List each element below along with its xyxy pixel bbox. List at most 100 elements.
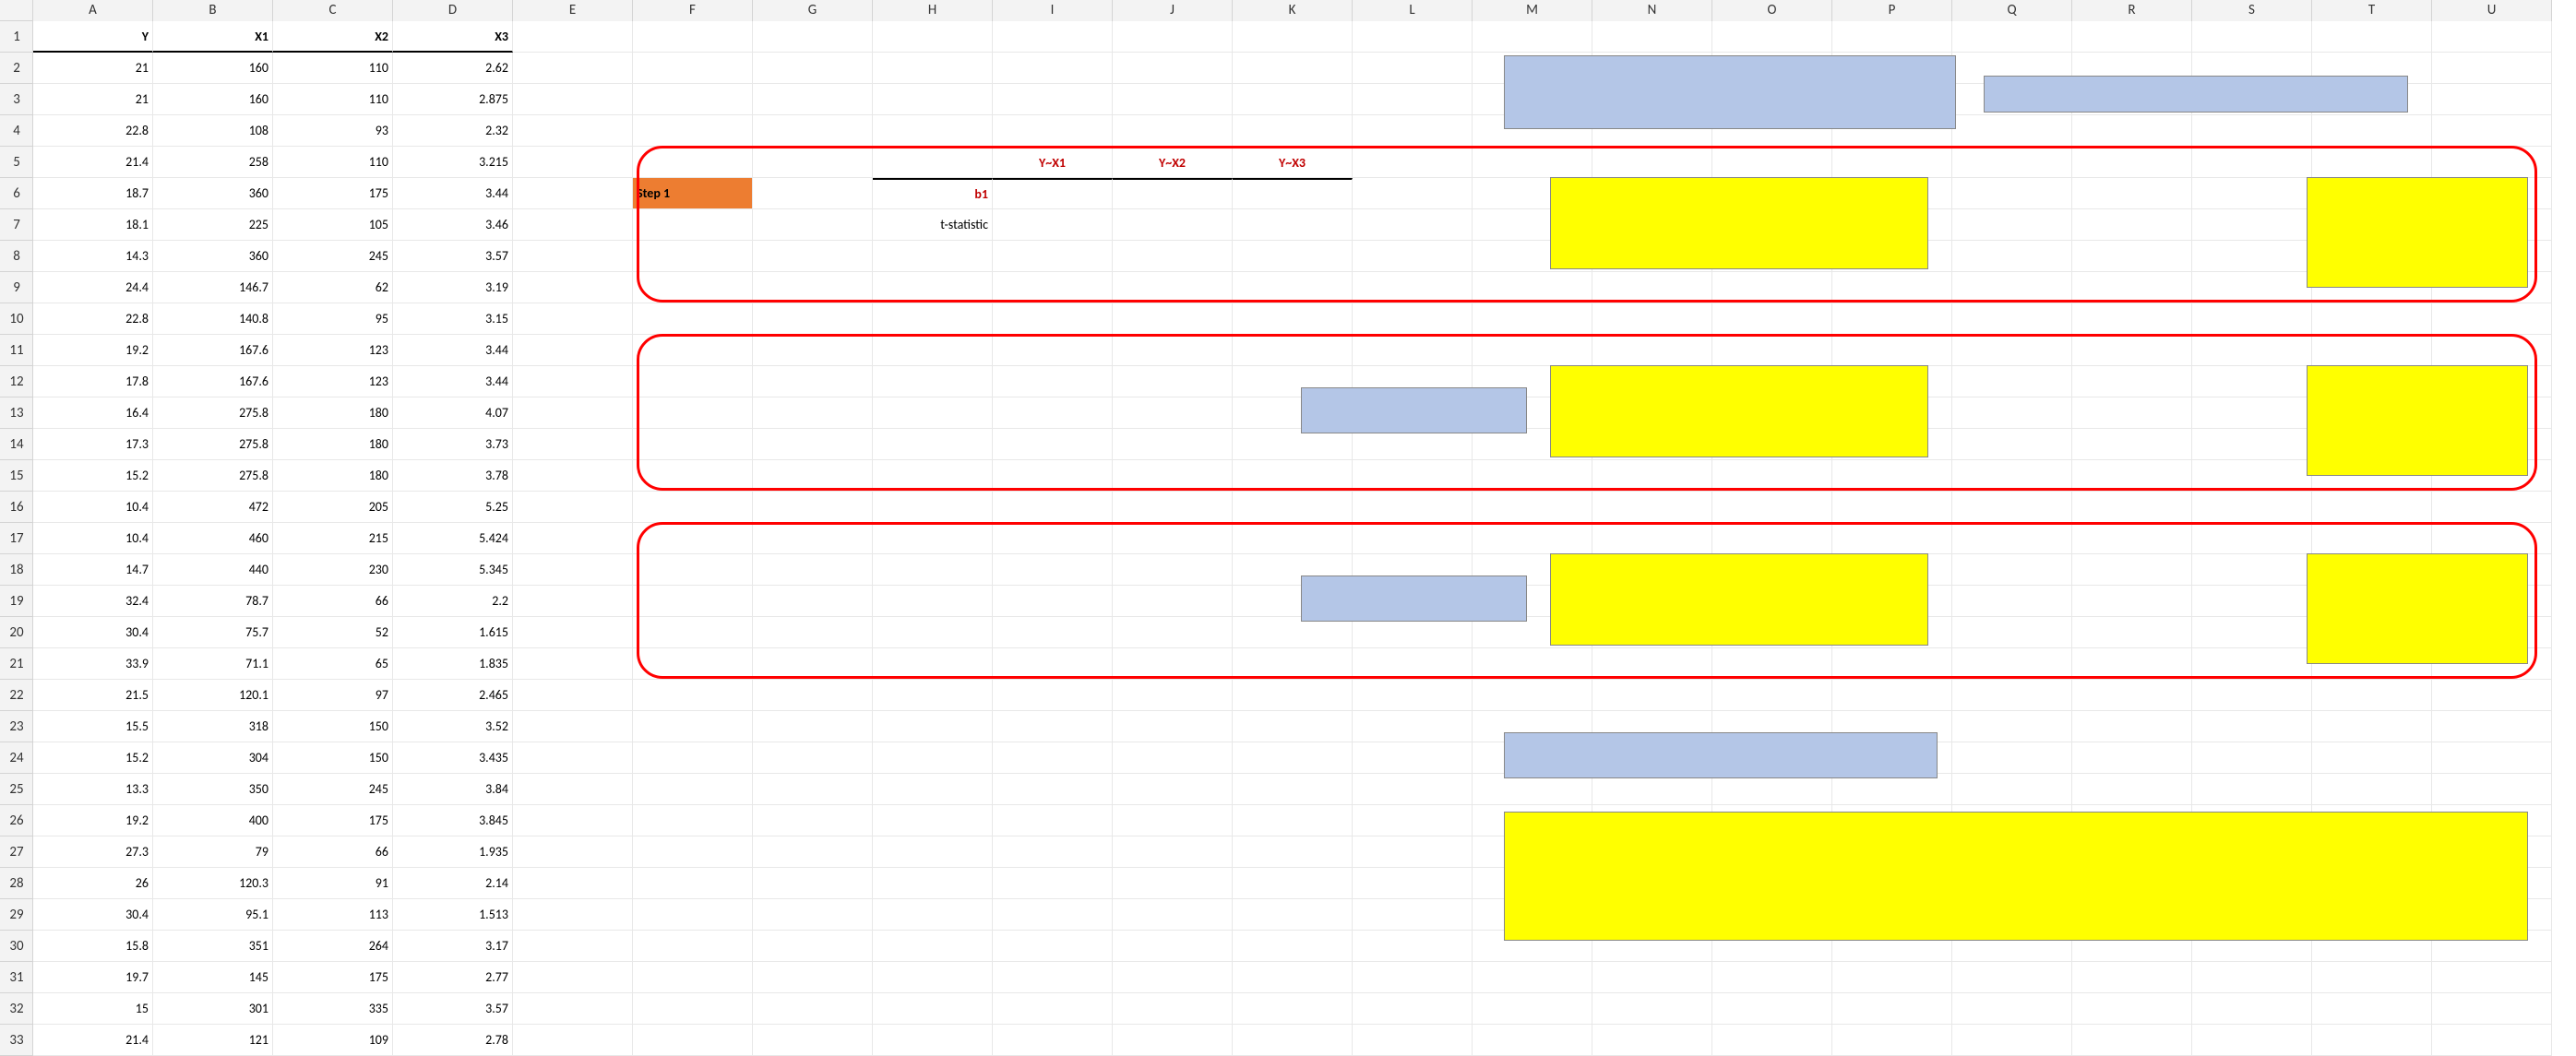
cell-A4[interactable]: 22.8 xyxy=(33,115,153,147)
row-header-32[interactable]: 32 xyxy=(0,993,33,1025)
col-header-H[interactable]: H xyxy=(873,0,993,21)
cell-P32[interactable] xyxy=(1832,993,1952,1025)
cell-R18[interactable] xyxy=(2072,554,2192,586)
cell-D14[interactable]: 3.73 xyxy=(393,429,513,460)
cell-Q8[interactable] xyxy=(1952,241,2072,272)
cell-J30[interactable] xyxy=(1113,931,1233,962)
cell-S18[interactable] xyxy=(2192,554,2312,586)
cell-E2[interactable] xyxy=(513,53,633,84)
cell-Q16[interactable] xyxy=(1952,492,2072,523)
cell-T11[interactable] xyxy=(2312,335,2432,366)
cell-L23[interactable] xyxy=(1353,711,1473,742)
cell-P21[interactable] xyxy=(1832,648,1952,680)
cell-I14[interactable] xyxy=(993,429,1113,460)
cell-K9[interactable] xyxy=(1233,272,1353,303)
cell-S15[interactable] xyxy=(2192,460,2312,492)
cell-Q15[interactable] xyxy=(1952,460,2072,492)
cell-U3[interactable] xyxy=(2432,84,2552,115)
cell-A6[interactable]: 18.7 xyxy=(33,178,153,209)
cell-Q14[interactable] xyxy=(1952,429,2072,460)
cell-S24[interactable] xyxy=(2192,742,2312,774)
cell-D21[interactable]: 1.835 xyxy=(393,648,513,680)
cell-F10[interactable] xyxy=(633,303,753,335)
cell-D22[interactable]: 2.465 xyxy=(393,680,513,711)
cell-S6[interactable] xyxy=(2192,178,2312,209)
row-header-18[interactable]: 18 xyxy=(0,554,33,586)
cell-Q21[interactable] xyxy=(1952,648,2072,680)
cell-J20[interactable] xyxy=(1113,617,1233,648)
cell-B25[interactable]: 350 xyxy=(153,774,273,805)
cell-S9[interactable] xyxy=(2192,272,2312,303)
cell-B15[interactable]: 275.8 xyxy=(153,460,273,492)
cell-O15[interactable] xyxy=(1712,460,1832,492)
cell-R5[interactable] xyxy=(2072,147,2192,178)
cell-E16[interactable] xyxy=(513,492,633,523)
cell-B11[interactable]: 167.6 xyxy=(153,335,273,366)
col-header-Q[interactable]: Q xyxy=(1952,0,2072,21)
cell-B12[interactable]: 167.6 xyxy=(153,366,273,397)
cell-I2[interactable] xyxy=(993,53,1113,84)
cell-O9[interactable] xyxy=(1712,272,1832,303)
col-header-K[interactable]: K xyxy=(1233,0,1353,21)
cell-C27[interactable]: 66 xyxy=(273,836,393,868)
cell-J24[interactable] xyxy=(1113,742,1233,774)
row-header-10[interactable]: 10 xyxy=(0,303,33,335)
cell-J6[interactable] xyxy=(1113,178,1233,209)
cell-D8[interactable]: 3.57 xyxy=(393,241,513,272)
cell-I29[interactable] xyxy=(993,899,1113,931)
cell-O10[interactable] xyxy=(1712,303,1832,335)
cell-B28[interactable]: 120.3 xyxy=(153,868,273,899)
cell-H25[interactable] xyxy=(873,774,993,805)
cell-F21[interactable] xyxy=(633,648,753,680)
cell-K31[interactable] xyxy=(1233,962,1353,993)
cell-G19[interactable] xyxy=(753,586,873,617)
cell-T10[interactable] xyxy=(2312,303,2432,335)
cell-J23[interactable] xyxy=(1113,711,1233,742)
cell-E27[interactable] xyxy=(513,836,633,868)
cell-K15[interactable] xyxy=(1233,460,1353,492)
cell-K24[interactable] xyxy=(1233,742,1353,774)
col-header-U[interactable]: U xyxy=(2432,0,2552,21)
cell-D19[interactable]: 2.2 xyxy=(393,586,513,617)
cell-L27[interactable] xyxy=(1353,836,1473,868)
cell-A26[interactable]: 19.2 xyxy=(33,805,153,836)
col-header-C[interactable]: C xyxy=(273,0,393,21)
cell-G29[interactable] xyxy=(753,899,873,931)
cell-H4[interactable] xyxy=(873,115,993,147)
cell-E14[interactable] xyxy=(513,429,633,460)
cell-J10[interactable] xyxy=(1113,303,1233,335)
cell-C7[interactable]: 105 xyxy=(273,209,393,241)
cell-H1[interactable] xyxy=(873,21,993,53)
cell-L30[interactable] xyxy=(1353,931,1473,962)
cell-O22[interactable] xyxy=(1712,680,1832,711)
col-header-S[interactable]: S xyxy=(2192,0,2312,21)
col-header-D[interactable]: D xyxy=(393,0,513,21)
cell-K11[interactable] xyxy=(1233,335,1353,366)
cell-C12[interactable]: 123 xyxy=(273,366,393,397)
cell-E3[interactable] xyxy=(513,84,633,115)
cell-M11[interactable] xyxy=(1473,335,1592,366)
cell-E26[interactable] xyxy=(513,805,633,836)
cell-H2[interactable] xyxy=(873,53,993,84)
cell-J7[interactable] xyxy=(1113,209,1233,241)
cell-T5[interactable] xyxy=(2312,147,2432,178)
cell-F2[interactable] xyxy=(633,53,753,84)
cell-I10[interactable] xyxy=(993,303,1113,335)
cell-N17[interactable] xyxy=(1592,523,1712,554)
cell-J11[interactable] xyxy=(1113,335,1233,366)
cell-Q32[interactable] xyxy=(1952,993,2072,1025)
cell-R32[interactable] xyxy=(2072,993,2192,1025)
cell-F28[interactable] xyxy=(633,868,753,899)
cell-P31[interactable] xyxy=(1832,962,1952,993)
cell-J22[interactable] xyxy=(1113,680,1233,711)
cell-A13[interactable]: 16.4 xyxy=(33,397,153,429)
cell-B31[interactable]: 145 xyxy=(153,962,273,993)
cell-J27[interactable] xyxy=(1113,836,1233,868)
cell-B20[interactable]: 75.7 xyxy=(153,617,273,648)
cell-K21[interactable] xyxy=(1233,648,1353,680)
cell-C19[interactable]: 66 xyxy=(273,586,393,617)
cell-E4[interactable] xyxy=(513,115,633,147)
cell-H26[interactable] xyxy=(873,805,993,836)
cell-I19[interactable] xyxy=(993,586,1113,617)
cell-G8[interactable] xyxy=(753,241,873,272)
